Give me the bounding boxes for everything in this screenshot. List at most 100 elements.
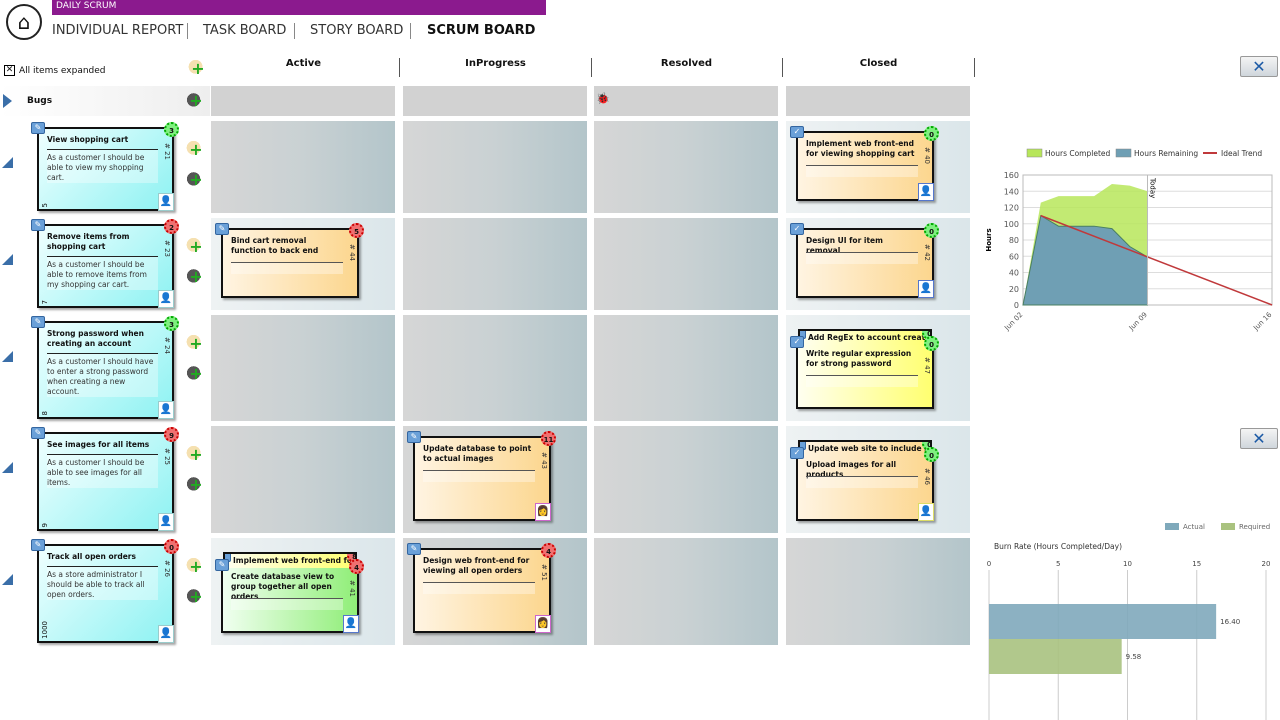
story-card[interactable]: ✎ View shopping cart As a customer I shoul… — [31, 122, 179, 211]
task-card[interactable]: ✓ Design UI for item removal 0 # 42 👤 — [790, 223, 939, 298]
add-task-icon[interactable]: + — [184, 556, 208, 578]
task-card[interactable]: ✎ Design web front-end for viewing all op… — [407, 543, 556, 633]
stacked-task-title: Update web site to include new — [808, 444, 932, 453]
add-task-icon[interactable]: + — [184, 333, 208, 355]
hours-badge: 3 — [164, 122, 179, 137]
add-task-icon[interactable]: + — [184, 236, 208, 258]
assignee-avatar-icon[interactable]: 👤 — [918, 183, 934, 201]
task-icon: ✓ — [790, 447, 804, 459]
home-button[interactable]: ⌂ — [6, 4, 42, 40]
nav-scrum-board[interactable]: SCRUM BOARD — [427, 23, 535, 38]
close-burnrate-button[interactable]: ✕ — [1240, 428, 1278, 449]
add-bug-icon[interactable]: + — [184, 586, 208, 608]
story-icon: ✎ — [31, 122, 45, 134]
add-bug-icon[interactable]: + — [184, 90, 208, 112]
task-id: # 46 — [923, 468, 931, 485]
task-card[interactable]: ✎ Bind cart removal function to back end 5… — [215, 223, 364, 298]
task-description — [806, 476, 918, 488]
collapse-row-icon[interactable] — [2, 574, 13, 585]
hours-badge: 0 — [924, 126, 939, 141]
assignee-avatar-icon[interactable]: 👤 — [918, 280, 934, 298]
collapse-row-icon[interactable] — [2, 351, 13, 362]
bugs-cell — [403, 86, 587, 116]
stacked-task-card[interactable]: Update web site to include new✓0 — [798, 440, 932, 456]
legend-label: Required — [1239, 523, 1270, 531]
collapse-row-icon[interactable] — [2, 157, 13, 168]
legend-swatch — [1026, 148, 1043, 158]
bar-required — [989, 639, 1122, 674]
task-card[interactable]: ✎ Update database to point to actual imag… — [407, 431, 556, 521]
task-id: # 44 — [348, 244, 356, 261]
column-header-resolved: Resolved — [591, 58, 783, 77]
task-icon: ✓ — [790, 223, 804, 235]
stacked-task-card[interactable]: Add RegEx to account creation✓0 — [798, 329, 932, 345]
nav-individual-report[interactable]: INDIVIDUAL REPORT — [52, 23, 183, 38]
task-description — [806, 375, 918, 387]
nav-story-board[interactable]: STORY BOARD — [310, 23, 403, 38]
x-tick-label: 5 — [1056, 560, 1060, 568]
story-card[interactable]: ✎ See images for all items As a customer I… — [31, 427, 179, 531]
close-icon: ✕ — [1252, 57, 1266, 76]
story-description: As a store administrator I should be abl… — [47, 566, 158, 600]
collapse-row-icon[interactable] — [2, 254, 13, 265]
assignee-avatar-icon[interactable]: 👤 — [918, 503, 934, 521]
nav-divider — [187, 23, 188, 39]
legend-label: Hours Completed — [1045, 149, 1111, 158]
board-cell-active: ✎ Bind cart removal function to back end 5… — [211, 218, 395, 310]
bugs-cell — [786, 86, 970, 116]
unassigned-avatar-icon[interactable]: 👤 — [158, 625, 174, 643]
home-icon: ⌂ — [17, 10, 31, 34]
expand-bugs-icon[interactable] — [3, 94, 12, 108]
add-story-icon[interactable]: + — [186, 58, 210, 80]
y-tick-label: 80 — [1009, 236, 1019, 245]
story-card[interactable]: ✎ Strong password when creating an accoun… — [31, 316, 179, 419]
board-cell-closed: Add RegEx to account creation✓0✓Write re… — [786, 315, 970, 421]
story-card[interactable]: ✎ Track all open orders As a store adminis… — [31, 539, 179, 643]
add-bug-icon[interactable]: + — [184, 363, 208, 385]
hours-badge: 9 — [164, 427, 179, 442]
story-id: # 24 — [163, 337, 171, 354]
task-card[interactable]: Update web site to include new✓0✓Upload … — [790, 440, 939, 521]
task-icon: ✎ — [407, 431, 421, 443]
board-cell-active: Implement web front-end for✓8✎Create dat… — [211, 538, 395, 645]
legend-swatch — [1115, 148, 1132, 158]
add-bug-icon[interactable]: + — [184, 266, 208, 288]
y-tick-label: 120 — [1004, 204, 1019, 213]
story-description: As a customer I should be able to see im… — [47, 454, 158, 488]
close-burndown-button[interactable]: ✕ — [1240, 56, 1278, 77]
x-tick-label: Jun 02 — [1002, 311, 1024, 333]
add-task-icon[interactable]: + — [184, 444, 208, 466]
task-card[interactable]: Add RegEx to account creation✓0✓Write re… — [790, 329, 939, 409]
add-task-icon[interactable]: + — [184, 139, 208, 161]
task-id: # 47 — [923, 357, 931, 374]
charts-pane: ✕ ✕ 0 20 40 60 80 100 120 140 160 Today Jun 02 Jun … — [975, 0, 1280, 720]
checkbox[interactable]: ✕ — [4, 65, 15, 76]
assignee-avatar-icon[interactable]: 👤 — [343, 615, 359, 633]
collapse-row-icon[interactable] — [2, 462, 13, 473]
unassigned-avatar-icon[interactable]: 👤 — [158, 401, 174, 419]
story-id: # 21 — [163, 143, 171, 160]
unassigned-avatar-icon[interactable]: 👤 — [158, 193, 174, 211]
stacked-task-card[interactable]: Implement web front-end for✓8 — [223, 552, 357, 568]
expand-all-toggle[interactable]: ✕ All items expanded — [4, 65, 106, 76]
nav-task-board[interactable]: TASK BOARD — [203, 23, 286, 38]
legend-swatch — [1165, 523, 1179, 530]
task-card[interactable]: ✓ Implement web front-end for viewing sho… — [790, 126, 939, 201]
unassigned-avatar-icon[interactable]: 👤 — [158, 513, 174, 531]
story-estimate: 7 — [41, 299, 49, 304]
unassigned-avatar-icon[interactable]: 👤 — [158, 290, 174, 308]
add-bug-icon[interactable]: + — [184, 169, 208, 191]
assignee-avatar-icon[interactable]: 👩 — [535, 615, 551, 633]
story-description: As a customer I should be able to view m… — [47, 149, 158, 183]
board-cell-closed: Update web site to include new✓0✓Upload … — [786, 426, 970, 533]
bugs-cell: 🐞 — [594, 86, 778, 116]
y-tick-label: 20 — [1009, 285, 1019, 294]
assignee-avatar-icon[interactable]: 👩 — [535, 503, 551, 521]
story-estimate: 1000 — [41, 621, 49, 639]
task-description — [231, 262, 343, 274]
story-card[interactable]: ✎ Remove items from shopping cart As a cus… — [31, 219, 179, 308]
add-bug-icon[interactable]: + — [184, 474, 208, 496]
task-card[interactable]: Implement web front-end for✓8✎Create dat… — [215, 552, 364, 633]
stacked-task-title: Implement web front-end for — [233, 556, 356, 565]
task-icon: ✓ — [790, 336, 804, 348]
